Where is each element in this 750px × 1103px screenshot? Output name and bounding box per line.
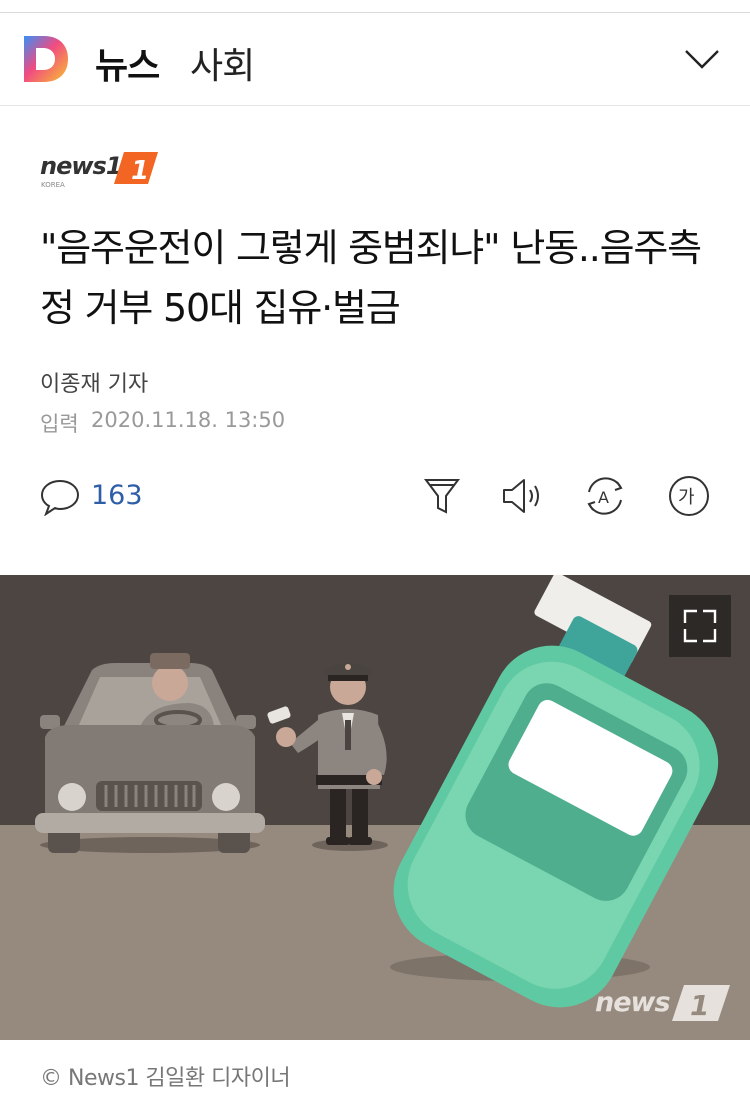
svg-text:1: 1 bbox=[690, 989, 709, 1022]
svg-text:news1: news1 bbox=[40, 152, 122, 180]
section-subtitle[interactable]: 사회 bbox=[190, 37, 255, 89]
news1-watermark: news 1 bbox=[595, 985, 730, 1022]
comment-count[interactable]: 163 bbox=[91, 480, 143, 511]
chevron-down-icon[interactable] bbox=[684, 47, 720, 71]
font-size-icon[interactable]: 가 bbox=[667, 474, 711, 518]
comment-icon[interactable] bbox=[40, 478, 80, 516]
photo-caption: © News1 김일환 디자이너 bbox=[40, 1066, 291, 1091]
section-title[interactable]: 뉴스 bbox=[95, 37, 160, 89]
translate-icon[interactable]: A bbox=[583, 474, 627, 518]
svg-text:news: news bbox=[595, 987, 670, 1018]
published-date: 2020.11.18. 13:50 bbox=[91, 408, 286, 432]
fullscreen-button[interactable] bbox=[669, 595, 731, 657]
breathalyzer-illustration: news 1 bbox=[0, 575, 750, 1040]
svg-text:1: 1 bbox=[131, 156, 149, 186]
article-photo[interactable]: news 1 bbox=[0, 575, 750, 1040]
expand-icon bbox=[683, 609, 717, 643]
speaker-icon[interactable] bbox=[500, 474, 544, 518]
reporter-name[interactable]: 이종재 기자 bbox=[40, 366, 148, 398]
svg-text:KOREA: KOREA bbox=[41, 181, 65, 189]
press-logo[interactable]: news1 KOREA 1 bbox=[40, 150, 162, 192]
app-header: 뉴스 사회 bbox=[0, 13, 750, 106]
article-toolbar: 163 A 가 bbox=[0, 470, 750, 526]
date-label: 입력 bbox=[40, 412, 79, 436]
article-title: "음주운전이 그렇게 중범죄냐" 난동..음주측정 거부 50대 집유·벌금 bbox=[40, 226, 702, 330]
svg-text:A: A bbox=[598, 488, 609, 507]
svg-text:가: 가 bbox=[678, 487, 695, 508]
filter-icon[interactable] bbox=[420, 474, 464, 518]
daum-logo-icon[interactable] bbox=[22, 34, 70, 84]
